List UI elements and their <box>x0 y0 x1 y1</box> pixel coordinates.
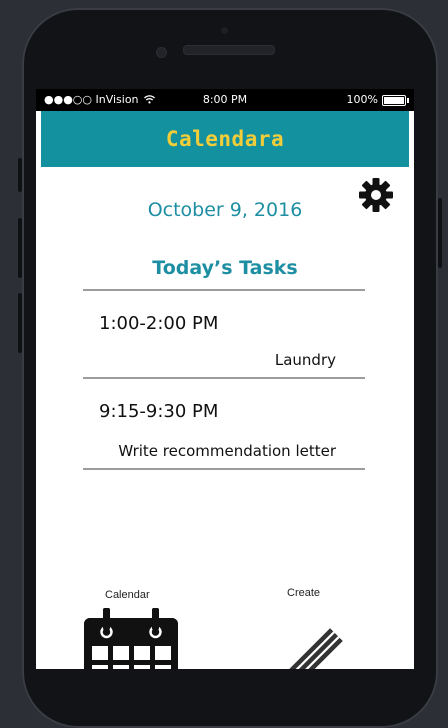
proximity-sensor <box>221 27 228 34</box>
task-time: 9:15-9:30 PM <box>99 401 219 422</box>
task-time: 1:00-2:00 PM <box>99 313 219 334</box>
task-description: Write recommendation letter <box>118 442 336 460</box>
battery-icon <box>382 94 409 106</box>
divider <box>83 377 365 379</box>
create-pencil-icon[interactable] <box>246 605 366 669</box>
volume-up-button <box>18 218 22 278</box>
divider <box>83 468 365 470</box>
front-camera <box>156 47 167 58</box>
volume-down-button <box>18 293 22 353</box>
tasks-heading: Today’s Tasks <box>152 257 298 279</box>
app-screen: ●●●○○ InVision 8:00 PM 100% Calendara Oc… <box>36 89 414 669</box>
battery-status: 100% <box>347 89 409 111</box>
calendar-icon[interactable] <box>82 608 180 669</box>
mute-switch <box>18 158 22 192</box>
create-nav-label: Create <box>287 587 321 599</box>
earpiece-speaker <box>183 45 275 55</box>
calendar-nav-label: Calendar <box>105 589 150 601</box>
main-content: October 9, 2016 Today’s Tasks 1:00-2:00 … <box>41 167 409 669</box>
power-button <box>438 198 442 268</box>
app-title: Calendara <box>165 127 285 151</box>
task-description: Laundry <box>274 351 336 369</box>
divider <box>83 289 365 291</box>
app-header: Calendara <box>41 111 409 167</box>
current-date: October 9, 2016 <box>147 199 303 221</box>
status-bar: ●●●○○ InVision 8:00 PM 100% <box>36 89 414 111</box>
